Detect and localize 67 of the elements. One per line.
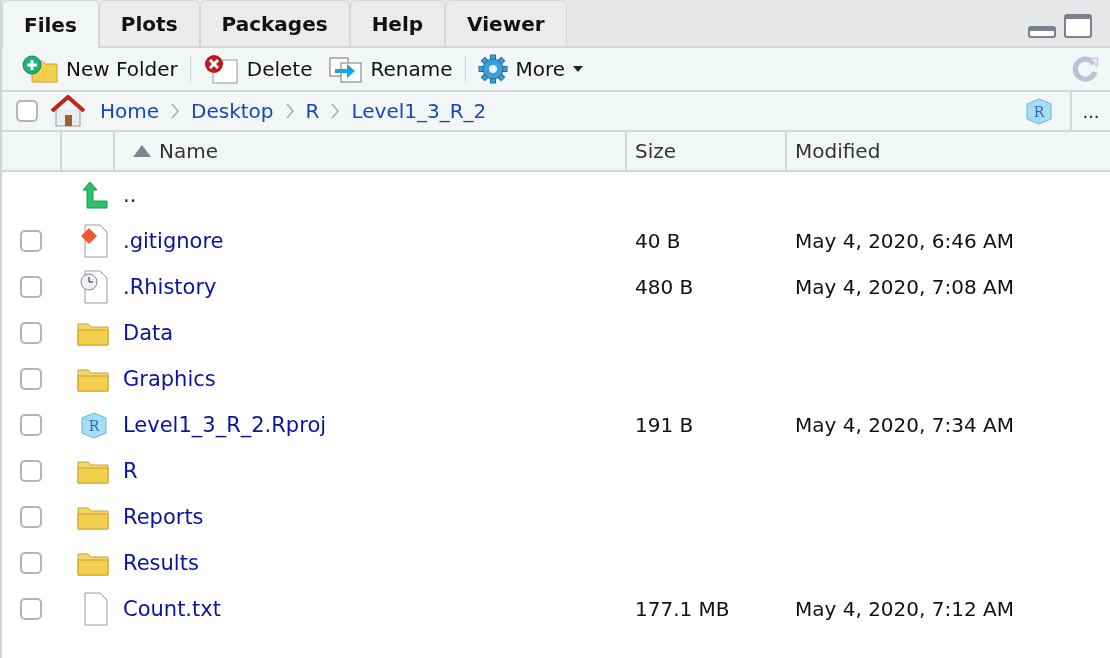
breadcrumb-link[interactable]: R [305, 99, 320, 123]
minimize-icon[interactable] [1028, 26, 1056, 38]
file-name-link[interactable]: .gitignore [115, 229, 224, 253]
folder-icon [77, 320, 109, 346]
modified-date: May 4, 2020, 6:46 AM [794, 229, 1014, 253]
file-name-link[interactable]: Results [115, 551, 199, 575]
more-button[interactable]: More [471, 51, 590, 87]
column-header[interactable]: Name [123, 138, 224, 164]
folder-icon [77, 458, 109, 484]
rename-icon [328, 55, 363, 83]
more-options-button[interactable]: ... [1070, 92, 1110, 130]
new-folder-icon [22, 55, 58, 83]
file-size: 177.1 MB [634, 597, 730, 621]
file-name-link[interactable]: Graphics [115, 367, 216, 391]
r-project-icon: R [79, 410, 109, 440]
file-size: 480 B [634, 275, 694, 299]
file-name-link[interactable]: Reports [115, 505, 204, 529]
file-size: 40 B [634, 229, 681, 253]
file-name-link[interactable]: R [115, 459, 138, 483]
column-header[interactable]: Modified [795, 138, 887, 164]
modified-date: May 4, 2020, 7:34 AM [794, 413, 1014, 437]
git-file-icon [79, 224, 109, 258]
caret-icon [573, 66, 584, 72]
row-checkbox[interactable] [20, 276, 42, 298]
file-name-link[interactable]: Count.txt [115, 597, 221, 621]
modified-date: May 4, 2020, 7:12 AM [794, 597, 1014, 621]
folder-icon [77, 504, 109, 530]
tab[interactable]: Packages [199, 0, 350, 46]
row-checkbox[interactable] [20, 552, 42, 574]
select-all-checkbox[interactable] [16, 100, 38, 122]
up-arrow-icon [83, 181, 109, 209]
chevron-icon [331, 103, 340, 119]
row-checkbox[interactable] [20, 506, 42, 528]
file-name-link[interactable]: Data [115, 321, 174, 345]
row-checkbox[interactable] [20, 460, 42, 482]
modified-date: May 4, 2020, 7:08 AM [794, 275, 1014, 299]
breadcrumb-link[interactable]: Home [100, 99, 160, 123]
breadcrumb-link[interactable]: Level1_3_R_2 [351, 99, 487, 123]
delete-icon [202, 54, 239, 84]
row-checkbox[interactable] [20, 368, 42, 390]
row-checkbox[interactable] [20, 322, 42, 344]
history-file-icon [79, 270, 109, 304]
chevron-icon [171, 103, 180, 119]
column-header[interactable]: Size [635, 138, 683, 164]
new-folder-button[interactable]: New Folder [16, 51, 184, 87]
file-name-link[interactable]: .Rhistory [115, 275, 217, 299]
refresh-icon[interactable] [1070, 54, 1100, 84]
file-size: 191 B [634, 413, 694, 437]
tab[interactable]: Plots [98, 0, 200, 46]
row-checkbox[interactable] [20, 414, 42, 436]
rename-button[interactable]: Rename [322, 51, 459, 87]
chevron-icon [285, 103, 294, 119]
gear-icon [477, 54, 508, 84]
home-icon[interactable] [50, 95, 86, 127]
r-project-icon: R [1024, 96, 1054, 126]
tab[interactable]: Help [349, 0, 446, 46]
row-checkbox[interactable] [20, 230, 42, 252]
folder-icon [77, 366, 109, 392]
row-checkbox[interactable] [20, 598, 42, 620]
file-name-link[interactable]: .. [115, 183, 137, 207]
file-name-link[interactable]: Level1_3_R_2.Rproj [115, 413, 327, 437]
tab[interactable]: Files [2, 0, 99, 48]
maximize-icon[interactable] [1064, 14, 1092, 38]
delete-button[interactable]: Delete [196, 51, 319, 87]
folder-icon [77, 550, 109, 576]
breadcrumb-link[interactable]: Desktop [191, 99, 274, 123]
tab[interactable]: Viewer [445, 0, 567, 46]
